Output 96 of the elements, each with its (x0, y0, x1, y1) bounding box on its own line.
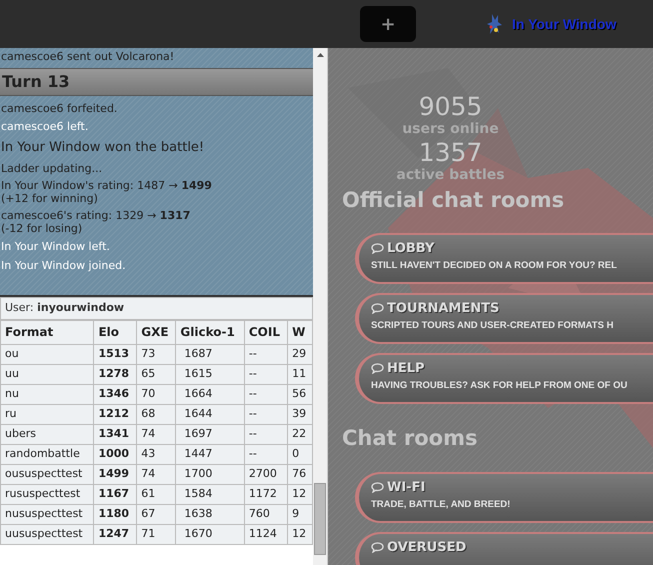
table-cell: 760 (244, 504, 288, 524)
rating-change: camescoe6's rating: 1329 → 1317 (1, 209, 192, 222)
table-cell: 1697 (176, 424, 244, 444)
log-message: Ladder updating... (0, 161, 104, 177)
rating-note: (+12 for winning) (1, 192, 99, 205)
room-description: SCRIPTED TOURS AND USER-CREATED FORMATS H (371, 318, 614, 332)
table-cell: 1644 (176, 404, 244, 424)
table-cell: 1341 (94, 424, 137, 444)
log-message: In Your Window left. (0, 239, 111, 255)
table-cell: ou (0, 344, 94, 364)
log-message: camescoe6 sent out Volcarona! (0, 49, 176, 65)
table-cell: 65 (136, 364, 176, 384)
column-header: Glicko-1 (176, 320, 244, 344)
table-cell: 1167 (94, 484, 137, 504)
table-cell: -- (244, 344, 288, 364)
scrollbar-thumb[interactable] (314, 483, 326, 555)
user-label: User: inyourwindow (0, 297, 313, 320)
room-button[interactable]: TOURNAMENTS SCRIPTED TOURS AND USER-CREATED FORMATS H (355, 292, 653, 344)
room-button[interactable]: OVERUSED (355, 532, 653, 565)
table-cell: oususpecttest (0, 464, 94, 484)
table-cell: 1499 (94, 464, 137, 484)
room-button[interactable]: WI-FI TRADE, BATTLE, AND BREED! (355, 472, 653, 523)
room-name: LOBBY (387, 240, 434, 256)
table-cell: -- (244, 444, 288, 464)
table-cell: 71 (136, 524, 176, 544)
table-cell: -- (244, 384, 288, 404)
table-cell: ru (0, 404, 94, 424)
column-header: Elo (94, 320, 137, 344)
table-cell: 1000 (94, 444, 137, 464)
table-cell: randombattle (0, 444, 94, 464)
column-header: Format (0, 320, 94, 344)
table-cell: 1212 (94, 404, 137, 424)
column-header: COIL (244, 320, 288, 344)
sprite-icon (486, 13, 504, 35)
speech-bubble-icon (371, 362, 384, 374)
scrollbar[interactable] (313, 48, 328, 565)
table-cell: nu (0, 384, 94, 404)
table-cell: 1638 (176, 504, 244, 524)
table-cell: 1124 (244, 524, 288, 544)
room-name: OVERUSED (387, 540, 466, 555)
table-cell: 70 (136, 384, 176, 404)
speech-bubble-icon (371, 542, 384, 553)
table-cell: 73 (136, 344, 176, 364)
room-name: WI-FI (387, 480, 426, 495)
table-cell: nususpecttest (0, 504, 94, 524)
table-cell: 1513 (94, 344, 137, 364)
rating-note: (-12 for losing) (1, 222, 84, 235)
stat-value: 9055 (418, 93, 482, 121)
table-cell: 1247 (94, 524, 137, 544)
section-title: Chat rooms (342, 424, 478, 452)
column-header: GXE (136, 320, 176, 344)
room-description: STILL HAVEN'T DECIDED ON A ROOM FOR YOU? REL (371, 258, 617, 272)
table-cell: uu (0, 364, 94, 384)
table-cell: -- (244, 404, 288, 424)
table-cell: 68 (136, 404, 176, 424)
table-cell: 67 (136, 504, 176, 524)
table-cell: 1664 (176, 384, 244, 404)
room-button[interactable]: HELP HAVING TROUBLES? ASK FOR HELP FROM ONE OF OU (355, 352, 653, 404)
table-cell: ubers (0, 424, 94, 444)
table-cell: 43 (136, 444, 176, 464)
table-cell: -- (244, 424, 288, 444)
log-message: In Your Window won the battle! (0, 139, 206, 157)
table-cell: 1670 (176, 524, 244, 544)
table-cell: 2700 (244, 464, 288, 484)
table-cell: 1346 (94, 384, 137, 404)
stat-value: 1357 (418, 139, 482, 167)
rating-change: In Your Window's rating: 1487 → 1499 (1, 179, 213, 192)
room-name: TOURNAMENTS (387, 300, 500, 316)
speech-bubble-icon (371, 242, 384, 254)
table-cell: 1584 (176, 484, 244, 504)
table-cell: 1687 (176, 344, 244, 364)
table-cell: 1447 (176, 444, 244, 464)
table-cell: 74 (136, 424, 176, 444)
log-message: In Your Window joined. (0, 258, 127, 274)
table-cell: rususpecttest (0, 484, 94, 504)
table-cell: 1700 (176, 464, 244, 484)
room-description: TRADE, BATTLE, AND BREED! (371, 498, 510, 512)
table-cell: 1172 (244, 484, 288, 504)
stat-label: active battles (396, 167, 505, 183)
log-message: camescoe6 left. (0, 119, 90, 135)
table-cell: 1180 (94, 504, 137, 524)
room-button[interactable]: LOBBY STILL HAVEN'T DECIDED ON A ROOM FOR YOU? REL (355, 232, 653, 284)
table-cell: -- (244, 364, 288, 384)
table-cell: 1615 (176, 364, 244, 384)
table-cell: uususpecttest (0, 524, 94, 544)
speech-bubble-icon (371, 302, 384, 314)
section-title: Official chat rooms (342, 187, 566, 214)
table-cell: 1278 (94, 364, 137, 384)
speech-bubble-icon (371, 482, 384, 493)
table-cell: 74 (136, 464, 176, 484)
room-description: HAVING TROUBLES? ASK FOR HELP FROM ONE OF OU (371, 378, 628, 392)
room-name: HELP (387, 360, 425, 376)
new-tab-button[interactable]: + (360, 6, 416, 42)
turn-header: Turn 13 (0, 68, 313, 96)
table-cell: 61 (136, 484, 176, 504)
log-message: camescoe6 forfeited. (0, 101, 118, 117)
